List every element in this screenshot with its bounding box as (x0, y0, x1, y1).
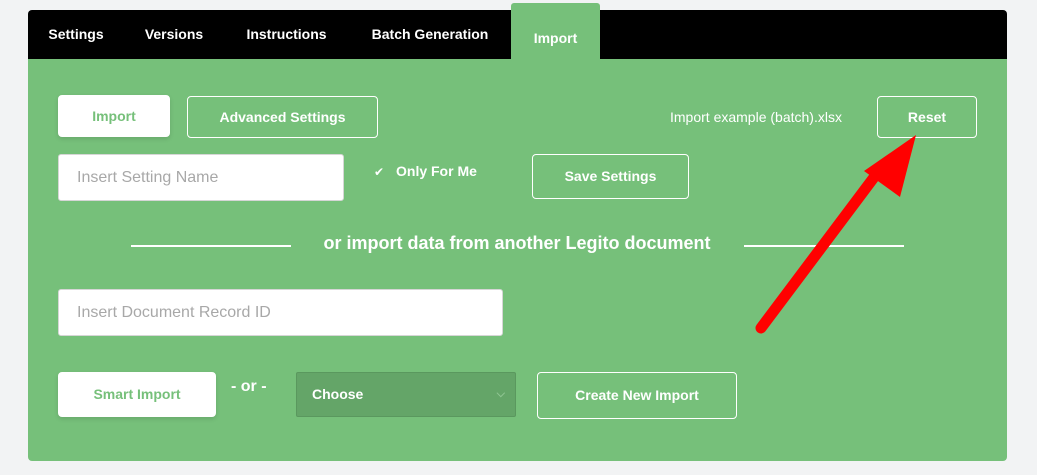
arrow-shaft (755, 166, 884, 334)
annotation-arrow (755, 135, 916, 334)
